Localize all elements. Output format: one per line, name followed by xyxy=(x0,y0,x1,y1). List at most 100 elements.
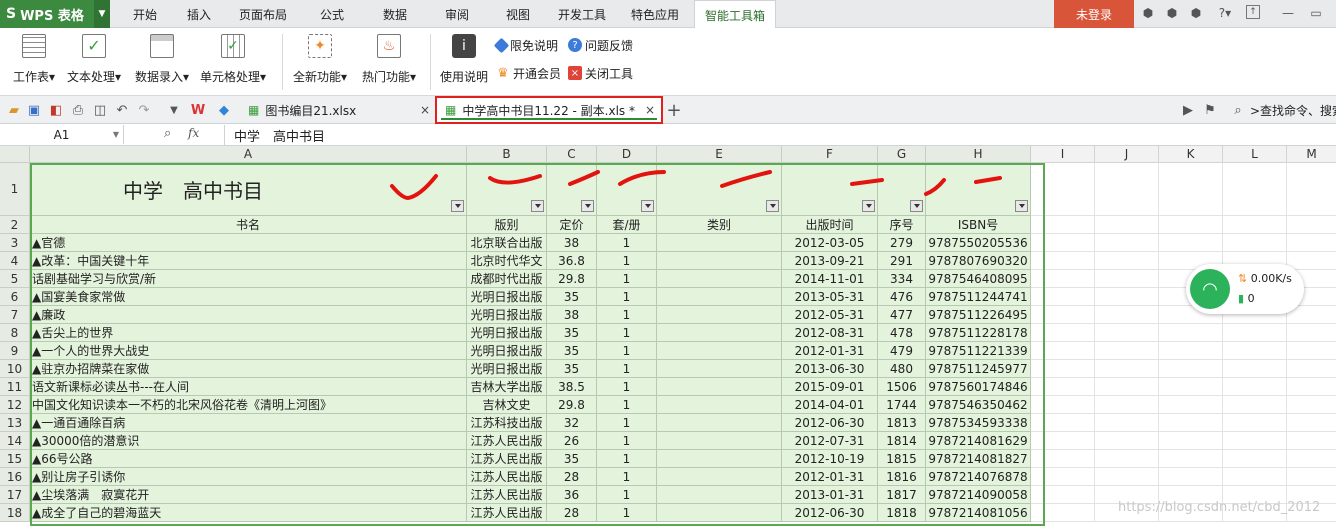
chevron-down-icon[interactable]: ▼ xyxy=(94,0,110,28)
row-header[interactable]: 18 xyxy=(0,504,30,522)
table-cell[interactable]: 光明日报出版 xyxy=(467,360,547,378)
table-cell[interactable]: 476 xyxy=(878,288,926,306)
empty-cell[interactable] xyxy=(1159,468,1223,486)
empty-cell[interactable] xyxy=(1031,468,1095,486)
table-cell[interactable]: 28 xyxy=(547,468,597,486)
table-cell[interactable]: 1 xyxy=(597,270,657,288)
empty-cell[interactable] xyxy=(1031,252,1095,270)
table-cell[interactable]: 1 xyxy=(597,342,657,360)
table-cell[interactable]: 江苏人民出版 xyxy=(467,468,547,486)
free-note-button[interactable]: 限免说明 xyxy=(493,36,558,54)
empty-cell[interactable] xyxy=(1095,270,1159,288)
row-header[interactable]: 9 xyxy=(0,342,30,360)
table-cell[interactable]: 291 xyxy=(878,252,926,270)
table-cell[interactable]: 语文新课标必读丛书---在人间 xyxy=(30,378,467,396)
row-header[interactable]: 14 xyxy=(0,432,30,450)
table-cell[interactable]: 479 xyxy=(878,342,926,360)
column-heading-cell[interactable]: 序号 xyxy=(878,216,926,234)
open-vip-button[interactable]: ♛ 开通会员 xyxy=(496,64,561,82)
table-cell[interactable]: 32 xyxy=(547,414,597,432)
column-header-C[interactable]: C xyxy=(547,146,597,163)
table-cell[interactable]: 1818 xyxy=(878,504,926,522)
empty-cell[interactable] xyxy=(1159,234,1223,252)
table-cell[interactable]: 2012-03-05 xyxy=(782,234,878,252)
row-header[interactable]: 11 xyxy=(0,378,30,396)
print-icon[interactable]: ⎙ xyxy=(70,102,86,118)
table-cell[interactable]: ▲30000倍的潜意识 xyxy=(30,432,467,450)
empty-cell[interactable] xyxy=(1287,396,1336,414)
table-cell[interactable]: 477 xyxy=(878,306,926,324)
menu-tab-8[interactable]: 特色应用 xyxy=(616,0,694,28)
table-cell[interactable]: 光明日报出版 xyxy=(467,324,547,342)
empty-cell[interactable] xyxy=(1031,432,1095,450)
table-cell[interactable]: 北京联合出版 xyxy=(467,234,547,252)
empty-cell[interactable] xyxy=(1287,324,1336,342)
row-header[interactable]: 15 xyxy=(0,450,30,468)
empty-cell[interactable] xyxy=(1095,468,1159,486)
table-cell[interactable] xyxy=(657,414,782,432)
table-cell[interactable]: 1 xyxy=(597,252,657,270)
empty-cell[interactable] xyxy=(1031,450,1095,468)
table-cell[interactable] xyxy=(657,432,782,450)
empty-cell[interactable] xyxy=(1031,360,1095,378)
menu-tab-4[interactable]: 数据 xyxy=(364,0,426,28)
search-icon[interactable]: ⌕ xyxy=(1230,102,1246,118)
text-processing-button[interactable]: ✓ 文本处理▾ xyxy=(64,32,124,92)
empty-cell[interactable] xyxy=(1031,378,1095,396)
table-cell[interactable]: 9787214081629 xyxy=(926,432,1031,450)
empty-cell[interactable] xyxy=(1095,252,1159,270)
empty-cell[interactable] xyxy=(1095,163,1159,216)
table-cell[interactable]: 1814 xyxy=(878,432,926,450)
table-cell[interactable]: 9787546408095 xyxy=(926,270,1031,288)
empty-cell[interactable] xyxy=(1159,378,1223,396)
empty-cell[interactable] xyxy=(1031,486,1095,504)
table-cell[interactable]: 2013-01-31 xyxy=(782,486,878,504)
table-cell[interactable]: 38.5 xyxy=(547,378,597,396)
empty-cell[interactable] xyxy=(1031,342,1095,360)
command-search-input[interactable]: >查找命令、搜索 xyxy=(1250,102,1336,119)
column-heading-cell[interactable]: 定价 xyxy=(547,216,597,234)
worksheet-button[interactable]: 工作表▾ xyxy=(8,32,60,92)
empty-cell[interactable] xyxy=(1095,396,1159,414)
column-header-K[interactable]: K xyxy=(1159,146,1223,163)
row-header[interactable]: 16 xyxy=(0,468,30,486)
empty-cell[interactable] xyxy=(1031,396,1095,414)
row-header[interactable]: 13 xyxy=(0,414,30,432)
row-header[interactable]: 8 xyxy=(0,324,30,342)
undo-icon[interactable]: ↶ xyxy=(114,102,130,118)
table-cell[interactable]: 9787511245977 xyxy=(926,360,1031,378)
feedback-icon[interactable]: ⬢ xyxy=(1188,5,1204,21)
table-cell[interactable]: 2013-05-31 xyxy=(782,288,878,306)
empty-cell[interactable] xyxy=(1031,306,1095,324)
empty-cell[interactable] xyxy=(1287,378,1336,396)
table-cell[interactable]: 1 xyxy=(597,504,657,522)
table-cell[interactable]: 1 xyxy=(597,450,657,468)
table-cell[interactable]: 9787511221339 xyxy=(926,342,1031,360)
empty-cell[interactable] xyxy=(1287,360,1336,378)
table-cell[interactable]: ▲驻京办招牌菜在家做 xyxy=(30,360,467,378)
table-cell[interactable] xyxy=(657,306,782,324)
empty-cell[interactable] xyxy=(1159,216,1223,234)
empty-cell[interactable] xyxy=(1031,324,1095,342)
table-cell[interactable] xyxy=(657,360,782,378)
empty-cell[interactable] xyxy=(1031,414,1095,432)
empty-cell[interactable] xyxy=(1223,342,1287,360)
table-cell[interactable]: 26 xyxy=(547,432,597,450)
doc-tab-1[interactable]: ▦ 图书编目21.xlsx × xyxy=(240,98,436,122)
doc-tab-2[interactable]: ▦ 中学高中书目11.22 - 副本.xls * × xyxy=(435,96,663,124)
table-cell[interactable]: 1815 xyxy=(878,450,926,468)
table-cell[interactable] xyxy=(657,504,782,522)
menu-tab-6[interactable]: 视图 xyxy=(488,0,548,28)
hot-features-button[interactable]: ♨ 热门功能▾ xyxy=(358,32,420,92)
empty-cell[interactable] xyxy=(1095,432,1159,450)
table-cell[interactable]: 38 xyxy=(547,306,597,324)
table-cell[interactable]: 9787214076878 xyxy=(926,468,1031,486)
table-cell[interactable]: 1 xyxy=(597,234,657,252)
table-cell[interactable]: 2013-09-21 xyxy=(782,252,878,270)
column-header-H[interactable]: H xyxy=(926,146,1031,163)
column-header-G[interactable]: G xyxy=(878,146,926,163)
table-cell[interactable]: 成都时代出版 xyxy=(467,270,547,288)
table-cell[interactable] xyxy=(657,450,782,468)
table-cell[interactable]: ▲国宴美食家常做 xyxy=(30,288,467,306)
empty-cell[interactable] xyxy=(1095,414,1159,432)
